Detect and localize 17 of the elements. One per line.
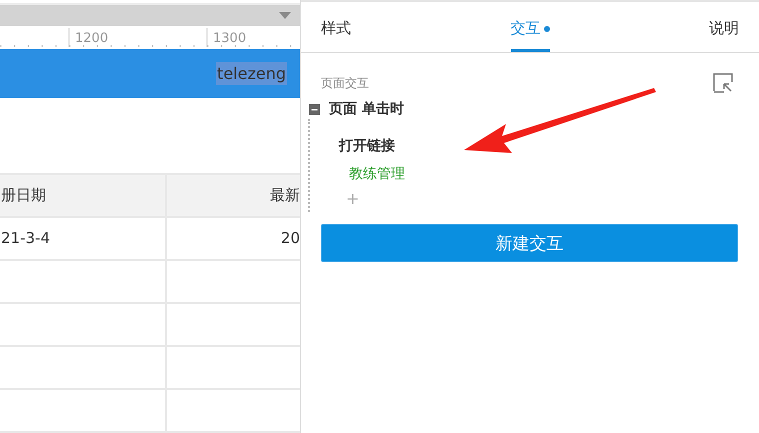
tab[interactable]: 交互 — [510, 2, 550, 52]
column-header: 最新 — [269, 184, 300, 206]
column-header: 册日期 — [0, 174, 167, 216]
dropdown-caret-icon[interactable] — [279, 12, 291, 20]
ruler-label: 1300 — [213, 31, 246, 46]
section-title: 页面交互 — [321, 74, 369, 92]
table-cell-text: 20 — [280, 228, 300, 250]
action-label[interactable]: 打开链接 — [339, 137, 395, 155]
collapse-icon[interactable] — [713, 73, 733, 93]
tab[interactable]: 样式 — [321, 2, 351, 52]
table-cell: 21-3-4 — [0, 218, 167, 259]
header-text: telezeng — [216, 62, 287, 85]
event-label[interactable]: 页面 单击时 — [329, 100, 404, 118]
ruler-label: 1200 — [75, 31, 108, 46]
link-target[interactable]: 教练管理 — [349, 165, 405, 183]
collapse-toggle-icon[interactable] — [309, 104, 320, 114]
tab[interactable]: 说明 — [709, 2, 739, 52]
